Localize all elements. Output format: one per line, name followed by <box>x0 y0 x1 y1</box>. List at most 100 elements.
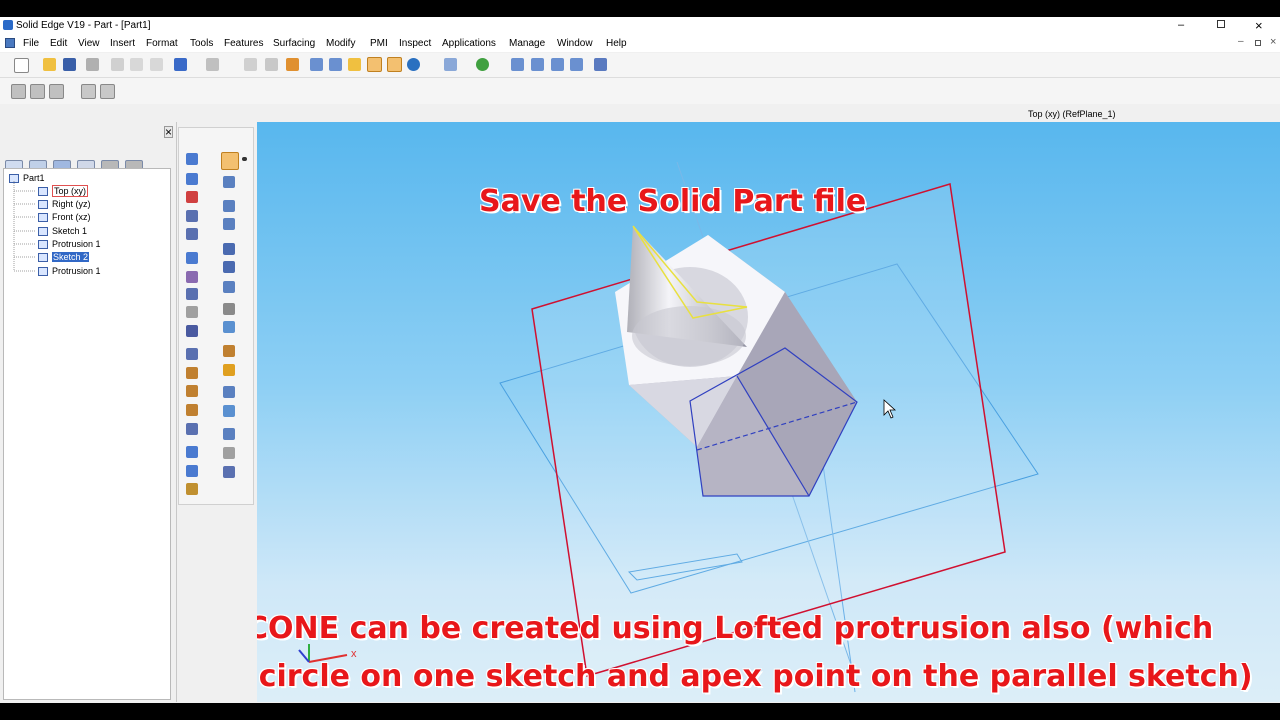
round-tool-icon[interactable] <box>186 228 198 240</box>
tree-item-right-plane[interactable]: Right (yz) <box>38 198 91 210</box>
cutout-tool-icon[interactable] <box>186 191 198 203</box>
angled-plane-icon[interactable] <box>223 261 235 273</box>
plane-label: Top (xy) (RefPlane_1) <box>1028 109 1116 119</box>
whats-this-icon[interactable] <box>594 58 607 71</box>
coordinate-tool-icon[interactable] <box>223 200 235 212</box>
copy-icon[interactable] <box>130 58 143 71</box>
zoom-icon[interactable] <box>511 58 524 71</box>
minimize-icon[interactable]: – <box>1178 19 1184 31</box>
menu-edit[interactable]: Edit <box>50 38 67 49</box>
menu-surfacing[interactable]: Surfacing <box>273 38 315 49</box>
shaded-edges-icon[interactable] <box>367 57 382 72</box>
menu-help[interactable]: Help <box>606 38 627 49</box>
protrusion-tool-icon[interactable] <box>186 153 198 165</box>
menu-modify[interactable]: Modify <box>326 38 355 49</box>
cut-icon[interactable] <box>111 58 124 71</box>
lip-tool-icon[interactable] <box>186 325 198 337</box>
layout-tool-icon[interactable] <box>49 84 64 99</box>
hole-tool-icon[interactable] <box>186 210 198 222</box>
add-body-icon[interactable] <box>223 345 235 357</box>
sketch-tool-icon[interactable] <box>30 84 45 99</box>
restore-icon[interactable] <box>1217 20 1225 28</box>
save-icon[interactable] <box>63 58 76 71</box>
new-icon[interactable] <box>14 58 29 73</box>
close-icon[interactable]: × <box>1255 18 1263 33</box>
draft-tool-icon[interactable] <box>186 271 198 283</box>
tree-item-sketch-1[interactable]: Sketch 1 <box>38 225 87 237</box>
sketch-plane-icon[interactable] <box>223 218 235 230</box>
mirror-tool-icon[interactable] <box>186 367 198 379</box>
pattern-tool-icon[interactable] <box>186 348 198 360</box>
undo-icon[interactable] <box>174 58 187 71</box>
zoom-area-icon[interactable] <box>265 58 278 71</box>
rib-tool-icon[interactable] <box>186 306 198 318</box>
menu-manage[interactable]: Manage <box>509 38 545 49</box>
dropdown-arrow-icon[interactable] <box>242 157 247 161</box>
view-iso-icon[interactable] <box>310 58 323 71</box>
shading-icon[interactable] <box>348 58 361 71</box>
menu-view[interactable]: View <box>78 38 100 49</box>
split-tool-icon[interactable] <box>223 428 235 440</box>
refresh-icon[interactable] <box>476 58 489 71</box>
revolve-tool-icon[interactable] <box>186 173 198 185</box>
menu-pmi[interactable]: PMI <box>370 38 388 49</box>
overlay-note-line-2: requires circle on one sketch and apex p… <box>257 659 1253 694</box>
menu-window[interactable]: Window <box>557 38 593 49</box>
thread-tool-icon[interactable] <box>186 385 198 397</box>
doc-minimize-icon[interactable]: – <box>1238 36 1244 47</box>
menu-insert[interactable]: Insert <box>110 38 135 49</box>
sketch-icon[interactable] <box>244 58 257 71</box>
doc-close-icon[interactable]: × <box>1270 36 1276 48</box>
menu-inspect[interactable]: Inspect <box>399 38 431 49</box>
menu-tools[interactable]: Tools <box>190 38 213 49</box>
view-top-icon[interactable] <box>329 58 342 71</box>
pan-icon[interactable] <box>570 58 583 71</box>
menu-bar: File Edit View Insert Format Tools Featu… <box>0 35 1280 52</box>
normal-protrusion-icon[interactable] <box>186 423 198 435</box>
edit-profile-icon[interactable] <box>81 84 96 99</box>
print-icon[interactable] <box>86 58 99 71</box>
emboss-tool-icon[interactable] <box>186 446 198 458</box>
select-arrow-icon[interactable] <box>221 152 239 170</box>
tree-item-protrusion-1[interactable]: Protrusion 1 <box>38 238 101 250</box>
paste-icon[interactable] <box>150 58 163 71</box>
menu-applications[interactable]: Applications <box>442 38 496 49</box>
menu-format[interactable]: Format <box>146 38 178 49</box>
shaded-icon[interactable] <box>387 57 402 72</box>
parallel-plane-icon[interactable] <box>223 243 235 255</box>
swept-tool-icon[interactable] <box>223 281 235 293</box>
refplane-icon[interactable] <box>286 58 299 71</box>
offset-tool-icon[interactable] <box>223 447 235 459</box>
feature-library-icon[interactable] <box>100 84 115 99</box>
thin-wall-tool-icon[interactable] <box>186 288 198 300</box>
tree-item-sketch-2[interactable]: Sketch 2 <box>38 251 90 263</box>
thicken-tool-icon[interactable] <box>223 466 235 478</box>
redo-icon[interactable] <box>206 58 219 71</box>
select-tool-icon[interactable] <box>11 84 26 99</box>
loft-tool-icon[interactable] <box>223 303 235 315</box>
vent-tool-icon[interactable] <box>186 483 198 495</box>
open-icon[interactable] <box>43 58 56 71</box>
panel-close-icon[interactable]: × <box>164 126 174 138</box>
graphics-viewport[interactable]: x Save the Solid Part file NOTE: CONE ca… <box>257 122 1280 702</box>
doc-restore-icon[interactable] <box>1255 40 1261 46</box>
view-style-icon[interactable] <box>444 58 457 71</box>
web-network-icon[interactable] <box>186 465 198 477</box>
menu-file[interactable]: File <box>23 38 39 49</box>
plane-tool-icon[interactable] <box>223 176 235 188</box>
union-tool-icon[interactable] <box>223 364 235 376</box>
chamfer-tool-icon[interactable] <box>186 252 198 264</box>
document-icon[interactable] <box>5 38 15 48</box>
globe-icon[interactable] <box>407 58 420 71</box>
subtract-tool-icon[interactable] <box>223 386 235 398</box>
menu-features[interactable]: Features <box>224 38 263 49</box>
fit-icon[interactable] <box>551 58 564 71</box>
zoom-in-icon[interactable] <box>531 58 544 71</box>
tree-item-top-plane[interactable]: Top (xy) <box>38 185 89 197</box>
app-logo-icon <box>3 20 13 30</box>
helix-tool-icon[interactable] <box>186 404 198 416</box>
tree-item-front-plane[interactable]: Front (xz) <box>38 211 91 223</box>
tree-item-protrusion-2[interactable]: Protrusion 1 <box>38 265 101 277</box>
shell-tool-icon[interactable] <box>223 321 235 333</box>
intersect-tool-icon[interactable] <box>223 405 235 417</box>
